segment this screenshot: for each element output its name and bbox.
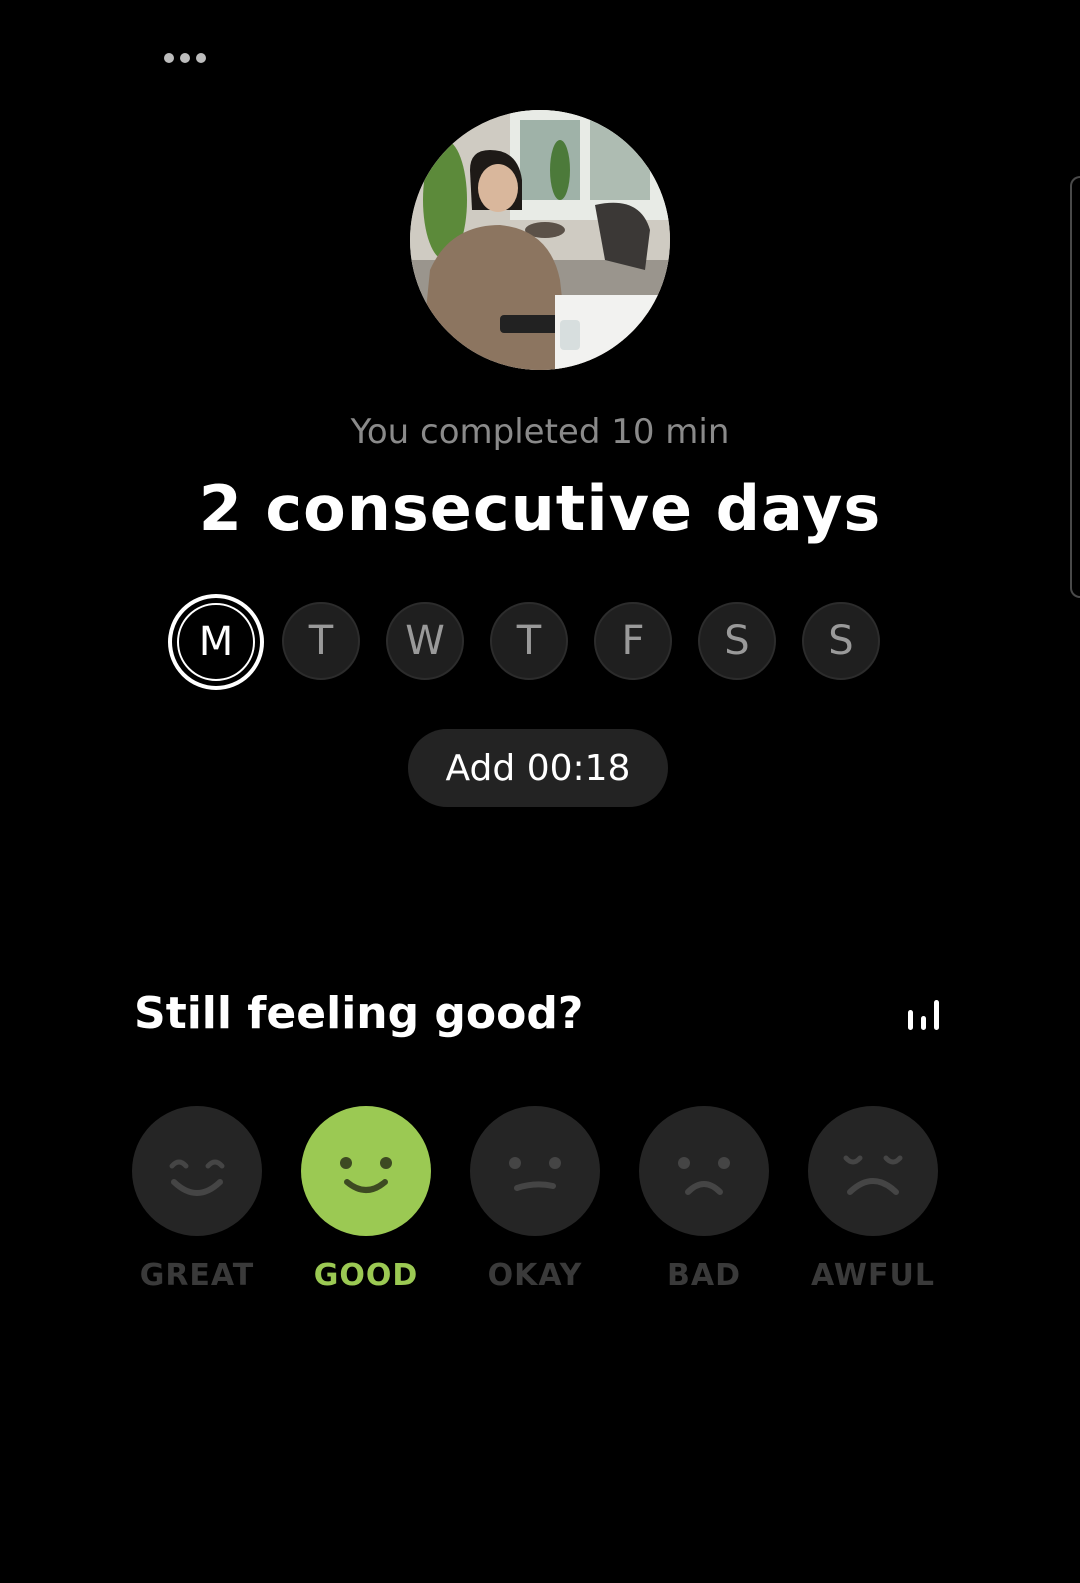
mood-option-okay[interactable]: OKAY [470, 1106, 600, 1293]
mood-option-bad[interactable]: BAD [639, 1106, 769, 1293]
more-options-button[interactable] [150, 38, 220, 78]
day-wednesday[interactable]: W [386, 602, 464, 680]
day-letter: T [516, 618, 542, 664]
day-tuesday[interactable]: T [282, 602, 360, 680]
completion-subtitle: You completed 10 min [350, 412, 730, 452]
add-time-label: Add 00:18 [445, 747, 631, 789]
day-letter: W [405, 618, 445, 664]
active-day-ring [177, 603, 255, 681]
add-time-button[interactable]: Add 00:18 [408, 729, 668, 807]
mood-label: BAD [667, 1258, 741, 1293]
day-thursday[interactable]: T [490, 602, 568, 680]
mood-label: OKAY [487, 1258, 583, 1293]
more-dot-icon [196, 53, 206, 63]
more-dot-icon [180, 53, 190, 63]
mood-label: GREAT [139, 1258, 255, 1293]
day-sunday[interactable]: S [802, 602, 880, 680]
day-letter: S [828, 618, 854, 664]
day-letter: F [621, 618, 645, 664]
awful-face-icon [808, 1106, 938, 1236]
mood-option-good[interactable]: GOOD [301, 1106, 431, 1293]
profile-photo-illustration [410, 110, 670, 370]
bar-chart-icon[interactable] [906, 998, 942, 1032]
mood-label: GOOD [313, 1258, 419, 1293]
mood-option-awful[interactable]: AWFUL [808, 1106, 938, 1293]
profile-photo [410, 110, 670, 370]
mood-question: Still feeling good? [134, 988, 584, 1039]
great-face-icon [132, 1106, 262, 1236]
mood-option-great[interactable]: GREAT [132, 1106, 262, 1293]
mood-label: AWFUL [811, 1258, 935, 1293]
streak-headline: 2 consecutive days [198, 472, 882, 545]
okay-face-icon [470, 1106, 600, 1236]
day-friday[interactable]: F [594, 602, 672, 680]
day-letter: T [308, 618, 334, 664]
day-saturday[interactable]: S [698, 602, 776, 680]
more-dot-icon [164, 53, 174, 63]
good-face-icon [301, 1106, 431, 1236]
bad-face-icon [639, 1106, 769, 1236]
day-letter: S [724, 618, 750, 664]
day-monday[interactable]: M [168, 594, 264, 690]
